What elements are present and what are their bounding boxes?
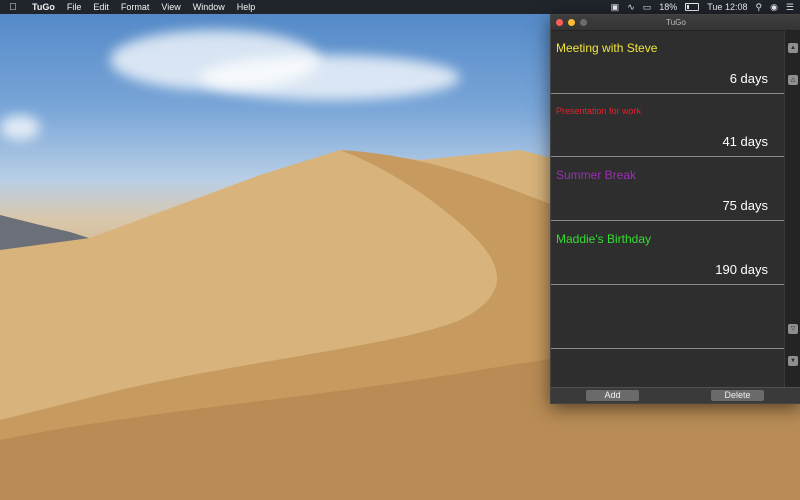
event-days: 190 days: [715, 262, 768, 277]
delete-button[interactable]: Delete: [711, 390, 764, 401]
list-item[interactable]: Summer Break 75 days: [551, 158, 784, 221]
window-title: TuGo: [666, 18, 686, 27]
menu-help[interactable]: Help: [231, 0, 262, 14]
title-bar[interactable]: TuGo: [551, 15, 800, 31]
menu-bar:  TuGo File Edit Format View Window Help…: [0, 0, 800, 14]
add-button[interactable]: Add: [586, 390, 639, 401]
event-title: Presentation for work: [556, 106, 642, 116]
battery-icon[interactable]: [685, 3, 700, 11]
event-title: Maddie's Birthday: [556, 232, 652, 246]
list-item[interactable]: Meeting with Steve 6 days: [551, 31, 784, 94]
menu-edit[interactable]: Edit: [87, 0, 115, 14]
menu-view[interactable]: View: [155, 0, 186, 14]
event-days: 75 days: [722, 198, 768, 213]
menu-format[interactable]: Format: [115, 0, 156, 14]
spotlight-search-icon[interactable]: ⚲: [755, 0, 762, 14]
event-title: Summer Break: [556, 168, 637, 182]
clock[interactable]: Tue 12:08: [707, 0, 747, 14]
airplay-icon[interactable]: ▭: [643, 0, 652, 14]
scroll-down-icon[interactable]: ▽: [788, 324, 798, 334]
event-days: 6 days: [729, 71, 768, 86]
battery-percent[interactable]: 18%: [659, 0, 677, 14]
menu-file[interactable]: File: [61, 0, 88, 14]
scroll-up-icon[interactable]: △: [788, 75, 798, 85]
event-list: Meeting with Steve 6 days Presentation f…: [551, 31, 784, 387]
wifi-icon[interactable]: ∿: [627, 0, 635, 14]
menu-window[interactable]: Window: [187, 0, 231, 14]
event-title: Meeting with Steve: [556, 41, 658, 55]
status-app-icon[interactable]: ▣: [611, 0, 620, 14]
siri-icon[interactable]: ◉: [770, 0, 778, 14]
scroll-bottom-icon[interactable]: ▼: [788, 356, 798, 366]
list-item-empty[interactable]: [551, 286, 784, 349]
bottom-toolbar: Add Delete: [551, 387, 800, 403]
notification-center-icon[interactable]: ☰: [786, 0, 794, 14]
list-item[interactable]: Presentation for work 41 days: [551, 94, 784, 157]
scrollbar[interactable]: ▲ △ ▽ ▼: [784, 31, 800, 387]
event-days: 41 days: [722, 134, 768, 149]
app-menu[interactable]: TuGo: [26, 0, 61, 14]
apple-menu-icon[interactable]: : [0, 2, 26, 13]
scroll-top-icon[interactable]: ▲: [788, 43, 798, 53]
tugo-window: TuGo Meeting with Steve 6 days Presentat…: [550, 14, 800, 404]
list-item[interactable]: Maddie's Birthday 190 days: [551, 222, 784, 285]
